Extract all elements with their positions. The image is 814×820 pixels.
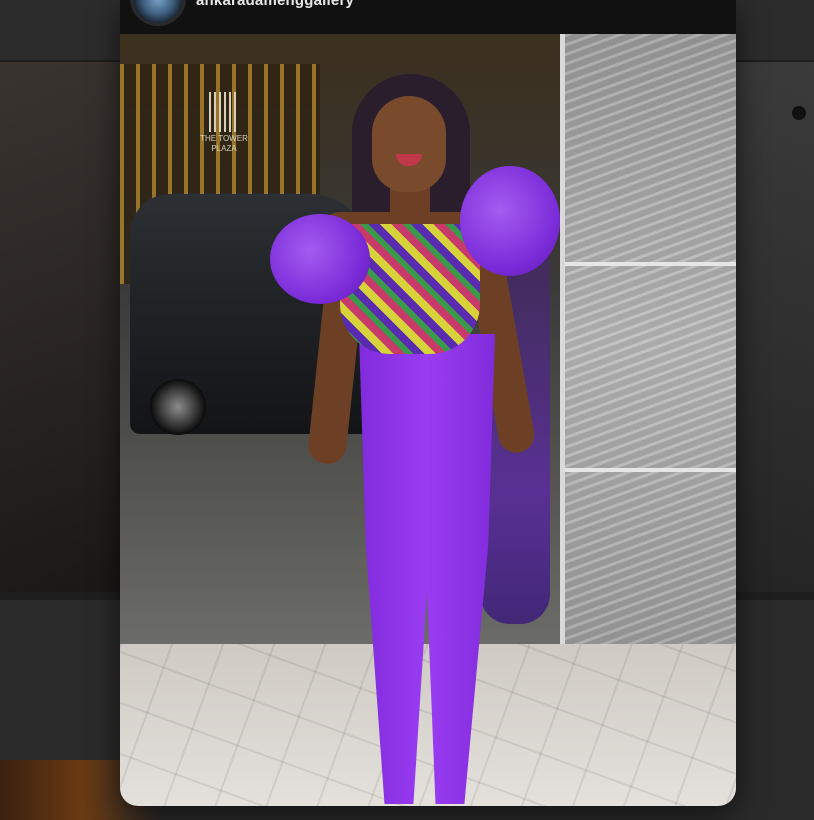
- avatar[interactable]: [130, 0, 186, 26]
- post-header: ankaradamenggallery: [120, 0, 736, 34]
- puff-sleeve-left: [270, 214, 370, 304]
- wall-seam: [565, 262, 736, 266]
- puff-sleeve-right: [460, 166, 560, 276]
- pavement: [120, 644, 736, 806]
- more-options-icon: [792, 106, 806, 120]
- background-pin: [734, 62, 814, 592]
- wall-seam: [565, 468, 736, 472]
- car-wheel: [150, 379, 206, 435]
- background-pin: [0, 62, 130, 592]
- pin-closeup-modal: ankaradamenggallery THE TOWER PLAZA: [120, 0, 736, 806]
- plaza-sign: THE TOWER PLAZA: [194, 92, 254, 154]
- account-name[interactable]: ankaradamenggallery: [196, 0, 354, 9]
- pin-image[interactable]: THE TOWER PLAZA: [120, 34, 736, 806]
- plaza-sign-text: THE TOWER PLAZA: [200, 134, 248, 153]
- figure-face: [372, 96, 446, 192]
